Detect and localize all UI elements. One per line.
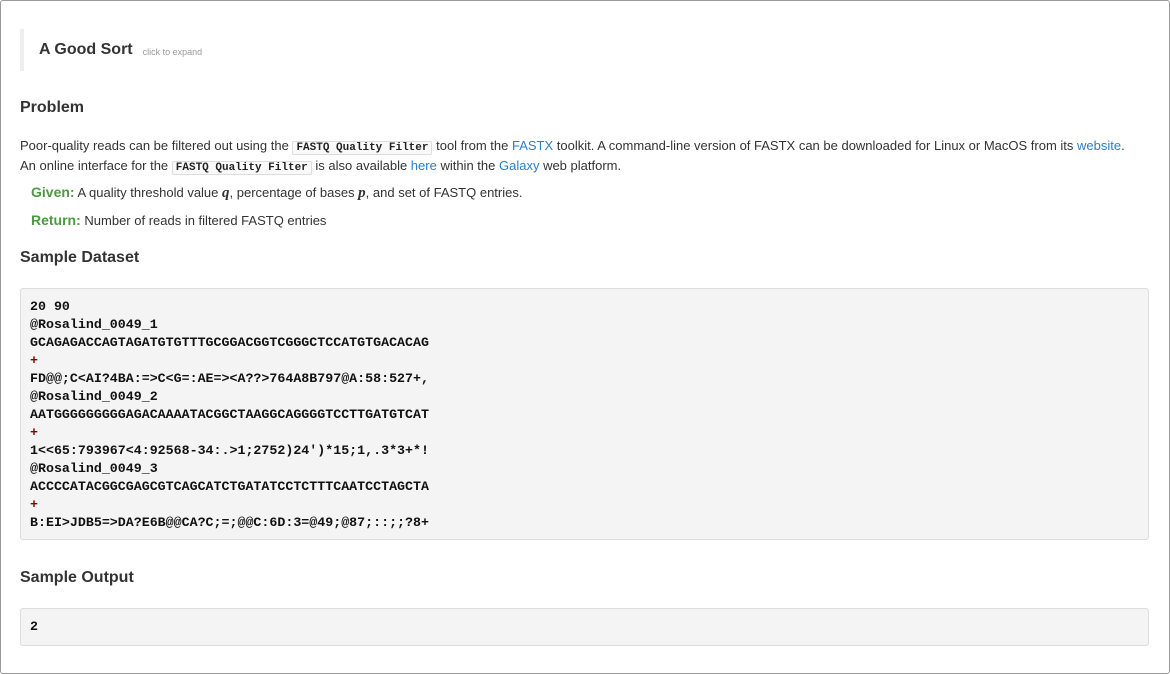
given-line: Given: A quality threshold value q, perc… bbox=[31, 183, 522, 202]
dataset-line: FD@@;C<AI?4BA:=>C<G=:AE=><A??>764A8B797@… bbox=[30, 371, 429, 386]
sample-output-heading: Sample Output bbox=[20, 569, 134, 586]
text: , percentage of bases bbox=[229, 185, 359, 200]
text: toolkit. A command-line version of FASTX… bbox=[553, 138, 1078, 153]
var-q: q bbox=[222, 185, 230, 201]
dataset-line: GCAGAGACCAGTAGATGTGTTTGCGGACGGTCGGGCTCCA… bbox=[30, 335, 429, 350]
link-fastx[interactable]: FASTX bbox=[512, 138, 553, 153]
text: Number of reads in filtered FASTQ entrie… bbox=[80, 213, 327, 228]
sample-dataset-heading: Sample Dataset bbox=[20, 249, 140, 266]
dataset-line: ACCCCATACGGCGAGCGTCAGCATCTGATATCCTCTTTCA… bbox=[30, 479, 429, 494]
text: web platform. bbox=[539, 158, 622, 173]
dataset-line: @Rosalind_0049_3 bbox=[30, 461, 158, 476]
link-galaxy[interactable]: Galaxy bbox=[499, 158, 539, 173]
dataset-line: 1<<65:793967<4:92568-34:.>1;2752)24')*15… bbox=[30, 443, 429, 458]
text: tool from the bbox=[432, 138, 512, 153]
problem-title[interactable]: A Good Sort bbox=[39, 41, 133, 59]
dataset-line: + bbox=[30, 497, 38, 512]
code-fastq-filter: FASTQ Quality Filter bbox=[292, 141, 433, 155]
sample-output-value: 2 bbox=[30, 619, 38, 634]
problem-description: Poor-quality reads can be filtered out u… bbox=[20, 137, 1150, 177]
dataset-line: + bbox=[30, 425, 38, 440]
text: , and set of FASTQ entries. bbox=[365, 185, 523, 200]
return-label: Return: bbox=[31, 212, 81, 228]
return-line: Return: Number of reads in filtered FAST… bbox=[31, 211, 326, 230]
sample-output-box[interactable]: 2 bbox=[20, 608, 1149, 646]
var-p: p bbox=[358, 185, 366, 201]
dataset-line: @Rosalind_0049_2 bbox=[30, 389, 158, 404]
dataset-line: 20 90 bbox=[30, 299, 70, 314]
sample-dataset-box[interactable]: 20 90 @Rosalind_0049_1 GCAGAGACCAGTAGATG… bbox=[20, 288, 1149, 540]
text: Poor-quality reads can be filtered out u… bbox=[20, 138, 293, 153]
code-fastq-filter: FASTQ Quality Filter bbox=[171, 161, 312, 175]
link-website[interactable]: website bbox=[1077, 138, 1121, 153]
dataset-line: B:EI>JDB5=>DA?E6B@@CA?C;=;@@C:6D:3=@49;@… bbox=[30, 515, 429, 530]
given-label: Given: bbox=[31, 184, 75, 200]
dataset-line: + bbox=[30, 353, 38, 368]
link-here[interactable]: here bbox=[411, 158, 437, 173]
problem-heading: Problem bbox=[20, 99, 85, 116]
text: within the bbox=[436, 158, 499, 173]
text: is also available bbox=[311, 158, 411, 173]
text: . bbox=[1121, 138, 1125, 153]
text: An online interface for the bbox=[20, 158, 172, 173]
dataset-line: AATGGGGGGGGGAGACAAAATACGGCTAAGGCAGGGGTCC… bbox=[30, 407, 429, 422]
text: A quality threshold value bbox=[74, 185, 223, 200]
problem-title-box[interactable]: A Good Sort click to expand bbox=[20, 29, 202, 71]
expand-hint[interactable]: click to expand bbox=[143, 47, 203, 57]
dataset-line: @Rosalind_0049_1 bbox=[30, 317, 158, 332]
